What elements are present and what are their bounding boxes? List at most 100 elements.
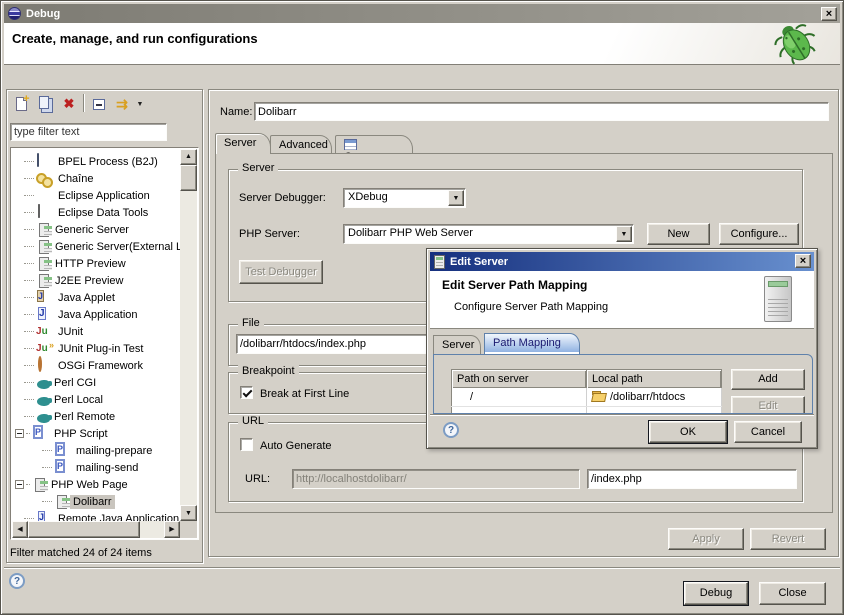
scrollbar-corner — [180, 521, 197, 538]
column-path-on-server[interactable]: Path on server — [452, 370, 587, 388]
column-local-path[interactable]: Local path — [587, 370, 722, 388]
tree-item[interactable]: Eclipse Application — [12, 187, 180, 204]
scroll-right-button[interactable]: ▶ — [164, 521, 180, 538]
php-icon: P — [33, 425, 43, 439]
tree-item[interactable]: Perl Remote — [12, 408, 180, 425]
dialog-button-bar: ? OK Cancel — [430, 414, 814, 447]
tree-item[interactable]: PPHP Script — [12, 425, 180, 442]
server-debugger-select[interactable]: XDebug ▼ — [343, 188, 466, 208]
tab-common[interactable]: Common — [335, 135, 413, 154]
file-group-title: File — [238, 317, 264, 329]
server-icon — [39, 240, 49, 254]
tree-item[interactable]: JuJUnit Plug-in Test — [12, 340, 180, 357]
edit-mapping-button[interactable]: Edit — [731, 396, 805, 414]
url-path-input[interactable] — [587, 469, 797, 489]
tree-item[interactable]: JJava Applet — [12, 289, 180, 306]
chevron-down-icon[interactable]: ▼ — [616, 226, 632, 242]
tree-item[interactable]: Pmailing-prepare — [12, 442, 180, 459]
new-configuration-icon: + — [16, 97, 27, 111]
dialog-tab-server[interactable]: Server — [433, 335, 481, 354]
apply-button[interactable]: Apply — [668, 528, 744, 550]
chevron-down-icon[interactable]: ▼ — [448, 190, 464, 206]
revert-button[interactable]: Revert — [750, 528, 826, 550]
configure-server-button[interactable]: Configure... — [719, 223, 799, 245]
server-image — [764, 276, 792, 322]
table-row[interactable]: / /dolibarr/htdocs — [452, 388, 722, 407]
filter-input[interactable] — [10, 123, 167, 141]
junit-plugin-icon: Ju — [36, 341, 52, 357]
test-debugger-button[interactable]: Test Debugger — [239, 260, 323, 284]
name-input[interactable] — [254, 102, 829, 121]
delete-configuration-button[interactable]: ✖ — [59, 94, 79, 114]
tree-item[interactable]: OSGi Framework — [12, 357, 180, 374]
debug-button[interactable]: Debug — [684, 582, 748, 605]
dialog-help-icon[interactable]: ? — [443, 422, 459, 438]
debug-configurations-window: Debug × Create, manage, and run configur… — [0, 0, 844, 615]
help-icon[interactable]: ? — [9, 573, 25, 589]
add-mapping-button[interactable]: Add — [731, 369, 805, 390]
header-message: Create, manage, and run configurations — [12, 31, 258, 46]
server-icon — [39, 257, 49, 271]
dialog-header: Edit Server Path Mapping Configure Serve… — [430, 271, 814, 329]
tree-item[interactable]: Eclipse Data Tools — [12, 204, 180, 221]
tree-item[interactable]: J2EE Preview — [12, 272, 180, 289]
horizontal-scroll-thumb[interactable] — [28, 521, 140, 538]
dialog-close-button[interactable]: × — [795, 254, 811, 268]
tree-item[interactable]: JRemote Java Application — [12, 510, 180, 521]
tree-item[interactable]: BPEL Process (B2J) — [12, 153, 180, 170]
new-server-button[interactable]: New — [647, 223, 710, 245]
new-configuration-button[interactable]: + — [11, 94, 31, 114]
tree-item[interactable]: Generic Server(External La — [12, 238, 180, 255]
window-title-bar[interactable]: Debug — [4, 4, 840, 23]
tree-item[interactable]: JuJUnit — [12, 323, 180, 340]
tree-item[interactable]: Generic Server — [12, 221, 180, 238]
path-mapping-table[interactable]: Path on server Local path / /dolibarr/ht… — [451, 369, 722, 414]
cell-server-path: / — [452, 388, 587, 407]
tab-advanced[interactable]: Advanced — [270, 135, 332, 154]
tree-item[interactable]: HTTP Preview — [12, 255, 180, 272]
tree-item[interactable]: Pmailing-send — [12, 459, 180, 476]
vertical-scroll-thumb[interactable] — [180, 165, 197, 191]
tree-item[interactable]: Perl Local — [12, 391, 180, 408]
scroll-down-button[interactable]: ▼ — [180, 505, 197, 521]
collapse-toggle[interactable] — [15, 429, 24, 438]
php-server-label: PHP Server: — [239, 228, 300, 240]
toolbar-separator — [83, 94, 85, 112]
duplicate-configuration-button[interactable] — [35, 94, 55, 114]
dialog-title-bar[interactable]: Edit Server — [430, 252, 814, 271]
bug-image — [763, 21, 829, 67]
collapse-toggle[interactable] — [15, 480, 24, 489]
php-server-select[interactable]: Dolibarr PHP Web Server ▼ — [343, 224, 634, 244]
tab-server[interactable]: Server — [215, 133, 271, 154]
tree-item[interactable]: Perl CGI — [12, 374, 180, 391]
auto-generate-checkbox[interactable] — [240, 438, 253, 451]
header-banner: Create, manage, and run configurations — [4, 23, 840, 65]
tree-item-selected[interactable]: Dolibarr — [12, 493, 180, 510]
tree-item[interactable]: JJava Application — [12, 306, 180, 323]
tree-item[interactable]: PHP Web Page — [12, 476, 180, 493]
tree-item[interactable]: Chaîne — [12, 170, 180, 187]
dialog-title: Edit Server — [450, 256, 508, 268]
break-first-line-checkbox[interactable] — [240, 386, 253, 399]
scroll-up-button[interactable]: ▲ — [180, 149, 197, 165]
window-close-button[interactable]: × — [821, 7, 837, 21]
ok-button[interactable]: OK — [649, 421, 727, 443]
breakpoint-group-title: Breakpoint — [238, 365, 299, 377]
perl-icon — [37, 397, 50, 406]
server-icon — [39, 223, 49, 237]
url-label: URL: — [245, 473, 270, 485]
name-label: Name: — [220, 106, 252, 118]
scroll-left-button[interactable]: ◀ — [12, 521, 28, 538]
cancel-button[interactable]: Cancel — [734, 421, 802, 443]
collapse-all-button[interactable] — [89, 94, 109, 114]
server-icon — [35, 478, 45, 492]
delete-icon: ✖ — [64, 96, 75, 112]
filter-button[interactable]: ⇉ — [112, 94, 132, 114]
dialog-tab-path-mapping[interactable]: Path Mapping — [484, 333, 580, 354]
vertical-scrollbar[interactable]: ▲ ▼ — [180, 149, 197, 521]
break-first-line-label: Break at First Line — [260, 388, 349, 400]
horizontal-scrollbar[interactable]: ◀ ▶ — [12, 521, 180, 538]
close-button[interactable]: Close — [759, 582, 826, 605]
window-title: Debug — [26, 8, 60, 20]
toolbar-menu-button[interactable]: ▼ — [134, 94, 146, 114]
